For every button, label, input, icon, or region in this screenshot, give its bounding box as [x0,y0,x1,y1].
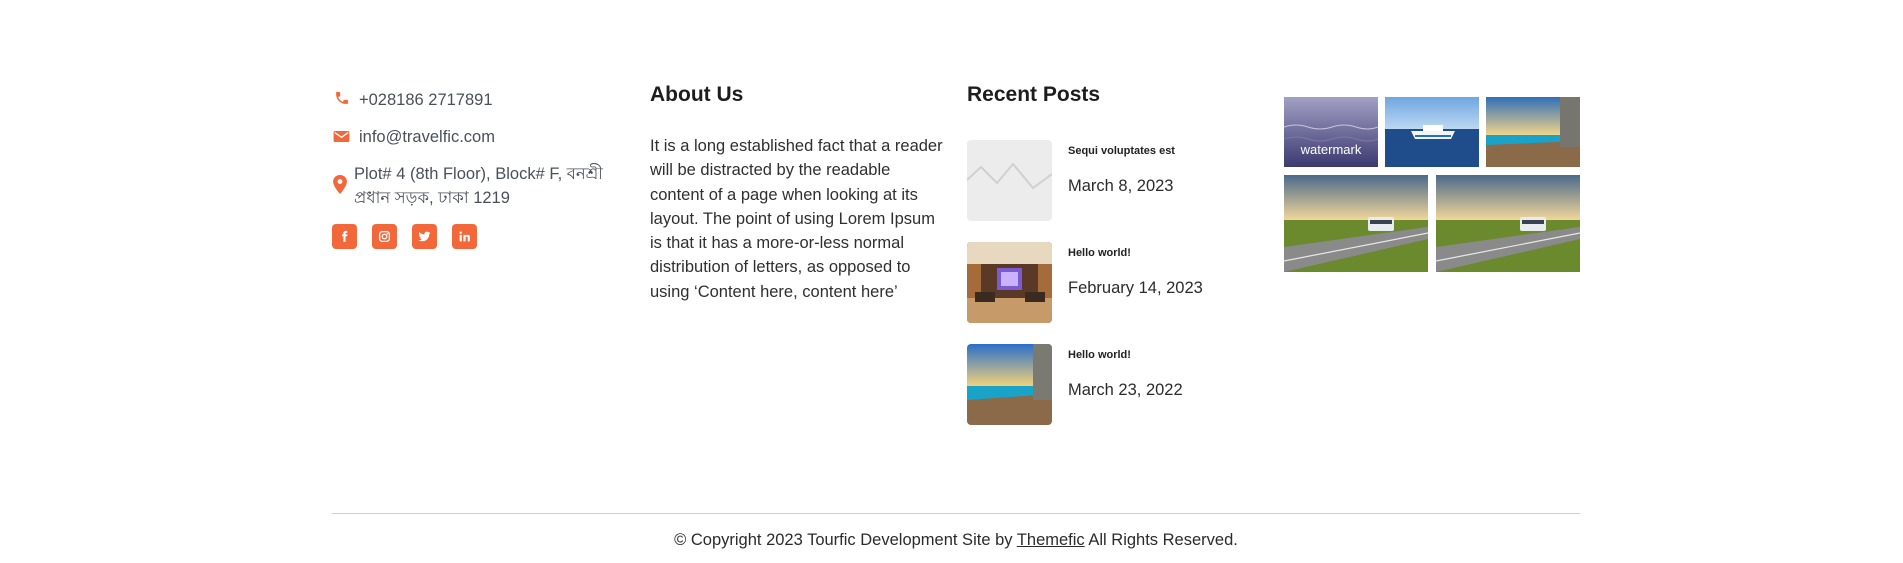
email-address[interactable]: info@travelfic.com [359,125,495,149]
about-text: It is a long established fact that a rea… [650,137,943,301]
map-pin-icon [332,175,348,194]
watermark-text: watermark [1300,142,1362,157]
post-date: March 23, 2022 [1068,381,1183,399]
social-links [332,224,632,249]
twitter-icon [418,231,431,242]
phone-number[interactable]: +028186 2717891 [359,88,493,112]
copyright: © Copyright 2023 Tourfic Development Sit… [332,531,1580,550]
post-date: March 8, 2023 [1068,177,1174,195]
linkedin-icon [459,231,470,242]
gallery-image-ship[interactable] [1385,97,1479,167]
gallery-image-pool[interactable] [1486,97,1580,167]
gallery-image-bus-1[interactable] [1284,175,1428,272]
post-title[interactable]: Hello world! [1068,349,1131,361]
linkedin-link[interactable] [452,224,477,249]
address-text: Plot# 4 (8th Floor), Block# F, বনশ্রী প্… [354,165,603,207]
contact-address: Plot# 4 (8th Floor), Block# F, বনশ্রী প্… [332,162,632,210]
gallery-image-bus-2[interactable] [1436,175,1580,272]
recent-post[interactable]: Sequi voluptates est March 8, 2023 [967,140,1257,222]
phone-icon [332,90,351,109]
post-title[interactable]: Sequi voluptates est [1068,145,1175,157]
facebook-link[interactable] [332,224,357,249]
twitter-link[interactable] [412,224,437,249]
instagram-icon [378,230,391,243]
post-title[interactable]: Hello world! [1068,247,1131,259]
recent-posts-widget: Recent Posts Sequi voluptates est March … [967,82,1257,425]
contact-info: +028186 2717891 info@travelfic.com Plot#… [332,88,632,249]
about-title: About Us [650,83,744,106]
themefic-link[interactable]: Themefic [1017,531,1085,549]
facebook-icon [342,230,348,242]
footer-divider [332,513,1580,514]
recent-posts-title: Recent Posts [967,83,1101,106]
instagram-link[interactable] [372,224,397,249]
envelope-icon [332,127,351,146]
gallery-image-sea[interactable]: watermark [1284,97,1378,167]
post-thumbnail-pool[interactable] [967,344,1052,425]
contact-phone: +028186 2717891 [332,88,632,112]
recent-post[interactable]: Hello world! February 14, 2023 [967,242,1257,324]
post-date: February 14, 2023 [1068,279,1203,297]
post-thumbnail-lobby[interactable] [967,242,1052,323]
about-us-widget: About Us It is a long established fact t… [650,82,945,304]
copyright-suffix: All Rights Reserved. [1088,531,1238,549]
copyright-prefix: © Copyright 2023 Tourfic Development Sit… [674,531,1013,549]
image-gallery: watermark [1284,97,1580,272]
recent-post[interactable]: Hello world! March 23, 2022 [967,344,1257,426]
contact-email: info@travelfic.com [332,125,632,149]
post-thumbnail-placeholder[interactable] [967,140,1052,221]
footer-widgets: +028186 2717891 info@travelfic.com Plot#… [332,0,1580,563]
